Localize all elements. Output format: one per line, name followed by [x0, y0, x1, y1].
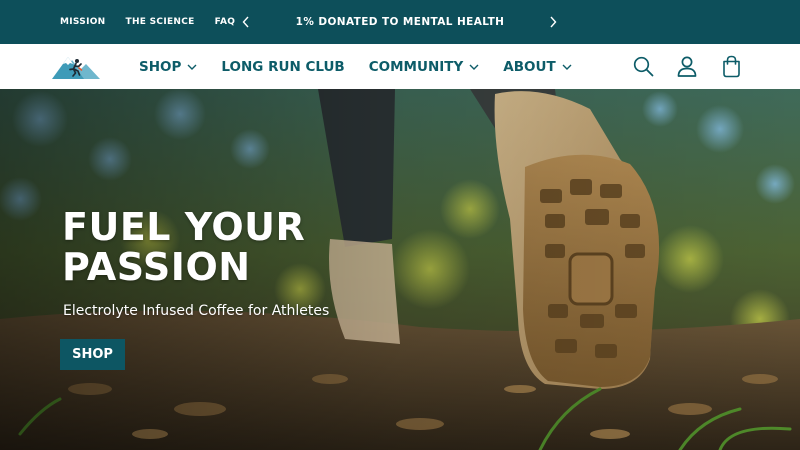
chevron-right-icon — [549, 16, 557, 28]
mountain-runner-logo[interactable] — [50, 51, 102, 83]
nav-shop-label: SHOP — [139, 58, 182, 75]
hero-shop-button[interactable]: SHOP — [60, 339, 125, 370]
hero-title: FUEL YOUR PASSION — [62, 207, 382, 287]
cart-icon[interactable] — [720, 55, 742, 78]
chevron-left-icon — [242, 16, 250, 28]
search-icon[interactable] — [632, 56, 654, 78]
hero-title-line2: PASSION — [62, 245, 251, 289]
announcement-next-button[interactable] — [545, 12, 561, 32]
announcement-bar: MISSION THE SCIENCE FAQ 1% DONATED TO ME… — [0, 0, 800, 44]
nav-about-label: ABOUT — [503, 58, 556, 75]
nav-long-run-club[interactable]: LONG RUN CLUB — [221, 59, 344, 75]
hero-title-line1: FUEL YOUR — [62, 205, 306, 249]
chevron-down-icon — [562, 64, 572, 70]
announcement-message: 1% DONATED TO MENTAL HEALTH — [295, 16, 505, 28]
nav-shop[interactable]: SHOP — [139, 59, 197, 75]
chevron-down-icon — [469, 64, 479, 70]
header-icons — [632, 44, 742, 89]
chevron-down-icon — [187, 64, 197, 70]
nav-community[interactable]: COMMUNITY — [369, 59, 480, 75]
site-header: SHOP LONG RUN CLUB COMMUNITY ABOUT — [0, 44, 800, 89]
nav-community-label: COMMUNITY — [368, 58, 464, 75]
hero-subtitle: Electrolyte Infused Coffee for Athletes — [63, 303, 330, 319]
announcement-links: MISSION THE SCIENCE FAQ — [60, 0, 235, 44]
nav-about[interactable]: ABOUT — [503, 58, 572, 75]
account-icon[interactable] — [676, 56, 698, 78]
link-the-science[interactable]: THE SCIENCE — [126, 17, 195, 27]
hero-banner: FUEL YOUR PASSION Electrolyte Infused Co… — [0, 89, 800, 450]
nav-long-run-club-label: LONG RUN CLUB — [221, 58, 345, 75]
link-faq[interactable]: FAQ — [215, 17, 236, 27]
announcement-prev-button[interactable] — [238, 12, 254, 32]
link-mission[interactable]: MISSION — [60, 17, 106, 27]
main-nav: SHOP LONG RUN CLUB COMMUNITY ABOUT — [139, 44, 572, 89]
